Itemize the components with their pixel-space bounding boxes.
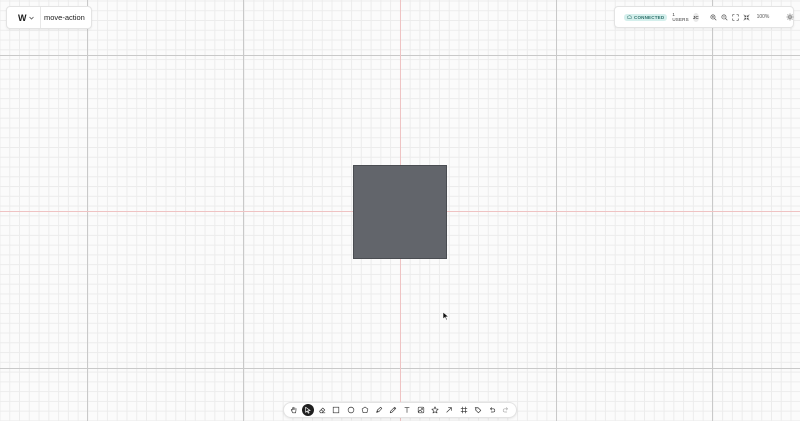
pen-tool[interactable] (373, 404, 385, 416)
fit-to-screen-button[interactable] (732, 13, 740, 21)
zoom-in-button[interactable] (710, 13, 718, 21)
star-tool[interactable] (429, 404, 441, 416)
arrow-icon (446, 407, 453, 413)
document-panel: W move-action (6, 6, 92, 29)
status-panel: CONNECTED 1 USERS JC 100% (614, 6, 794, 28)
fit-screen-icon (732, 13, 739, 21)
cursor-icon (305, 406, 311, 414)
redo-button[interactable] (500, 404, 512, 416)
redo-icon (502, 407, 508, 413)
rectangle-shape[interactable] (353, 165, 447, 259)
undo-icon (489, 407, 495, 413)
pen-icon (376, 406, 382, 413)
connection-badge: CONNECTED (624, 13, 668, 21)
circle-icon (347, 406, 354, 414)
chevron-down-icon (29, 16, 34, 20)
frame-icon (460, 406, 467, 414)
eraser-icon (319, 407, 326, 414)
mouse-cursor-icon (442, 311, 450, 321)
zoom-out-button[interactable] (721, 13, 729, 21)
app-logo: W (18, 12, 27, 23)
zoom-level[interactable]: 100% (757, 14, 770, 20)
rectangle-icon (333, 406, 340, 414)
undo-button[interactable] (486, 404, 498, 416)
ellipse-tool[interactable] (345, 404, 357, 416)
polygon-tool[interactable] (359, 404, 371, 416)
shrink-icon (743, 13, 750, 21)
reset-zoom-button[interactable] (743, 13, 751, 21)
settings-button[interactable] (786, 13, 794, 22)
tag-icon (474, 407, 481, 414)
frame-tool[interactable] (458, 404, 470, 416)
select-tool[interactable] (302, 404, 315, 416)
tools-toolbar (283, 402, 517, 418)
eraser-tool[interactable] (316, 404, 328, 416)
star-icon (431, 406, 439, 414)
pencil-tool[interactable] (387, 404, 399, 416)
cloud-icon (627, 15, 632, 19)
tag-tool[interactable] (472, 404, 484, 416)
text-tool[interactable] (401, 404, 413, 416)
image-icon (418, 406, 425, 414)
connection-status: CONNECTED (634, 14, 665, 20)
zoom-out-icon (721, 13, 728, 21)
avatar[interactable]: JC (692, 12, 699, 22)
drawing-canvas[interactable] (0, 0, 800, 421)
pencil-icon (389, 406, 396, 414)
hand-icon (290, 406, 297, 414)
gear-icon (787, 13, 794, 21)
text-icon (404, 407, 410, 413)
document-title[interactable]: move-action (41, 13, 85, 22)
app-menu-button[interactable]: W (7, 7, 40, 28)
hand-tool[interactable] (288, 404, 300, 416)
arrow-tool[interactable] (443, 404, 455, 416)
zoom-in-icon (710, 13, 717, 21)
polygon-icon (361, 406, 368, 413)
image-tool[interactable] (415, 404, 427, 416)
users-count: 1 USERS (672, 12, 689, 22)
rectangle-tool[interactable] (330, 404, 342, 416)
